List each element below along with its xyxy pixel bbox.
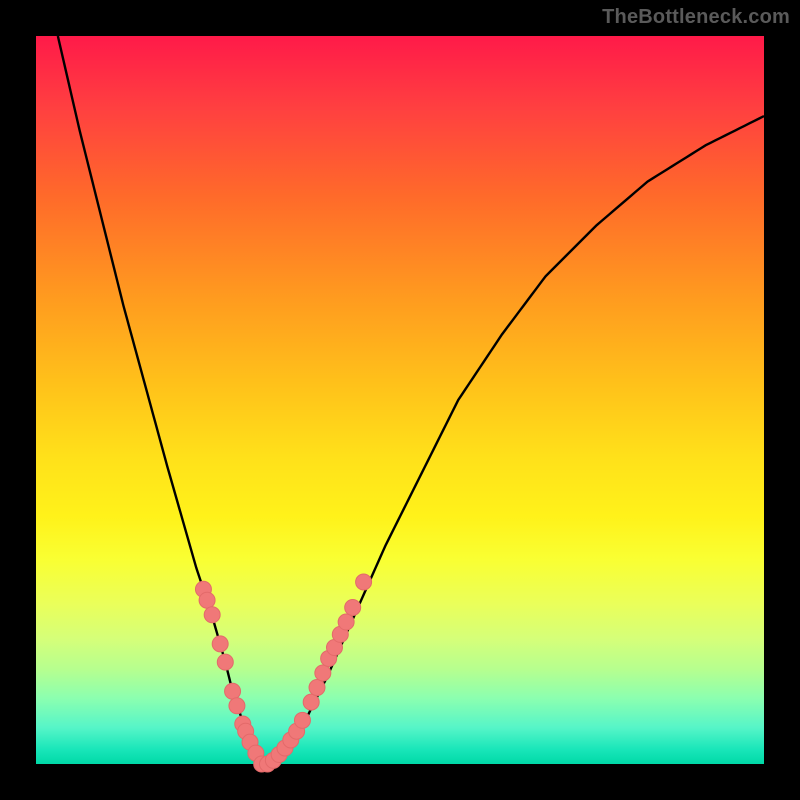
scatter-marker: [315, 665, 331, 681]
scatter-marker: [199, 592, 215, 608]
scatter-marker: [309, 680, 325, 696]
scatter-marker: [338, 614, 354, 630]
scatter-marker: [345, 599, 361, 615]
scatter-marker: [212, 636, 228, 652]
curve-right-branch: [262, 116, 764, 764]
scatter-marker: [229, 698, 245, 714]
scatter-marker: [303, 694, 319, 710]
scatter-marker: [225, 683, 241, 699]
chart-overlay-svg: [36, 36, 764, 764]
scatter-marker: [204, 607, 220, 623]
scatter-marker: [356, 574, 372, 590]
scatter-marker: [217, 654, 233, 670]
watermark-text: TheBottleneck.com: [602, 6, 790, 29]
scatter-marker: [294, 712, 310, 728]
curve-left-branch: [58, 36, 262, 764]
scatter-markers: [195, 574, 371, 772]
outer-black-frame: TheBottleneck.com: [0, 0, 800, 800]
